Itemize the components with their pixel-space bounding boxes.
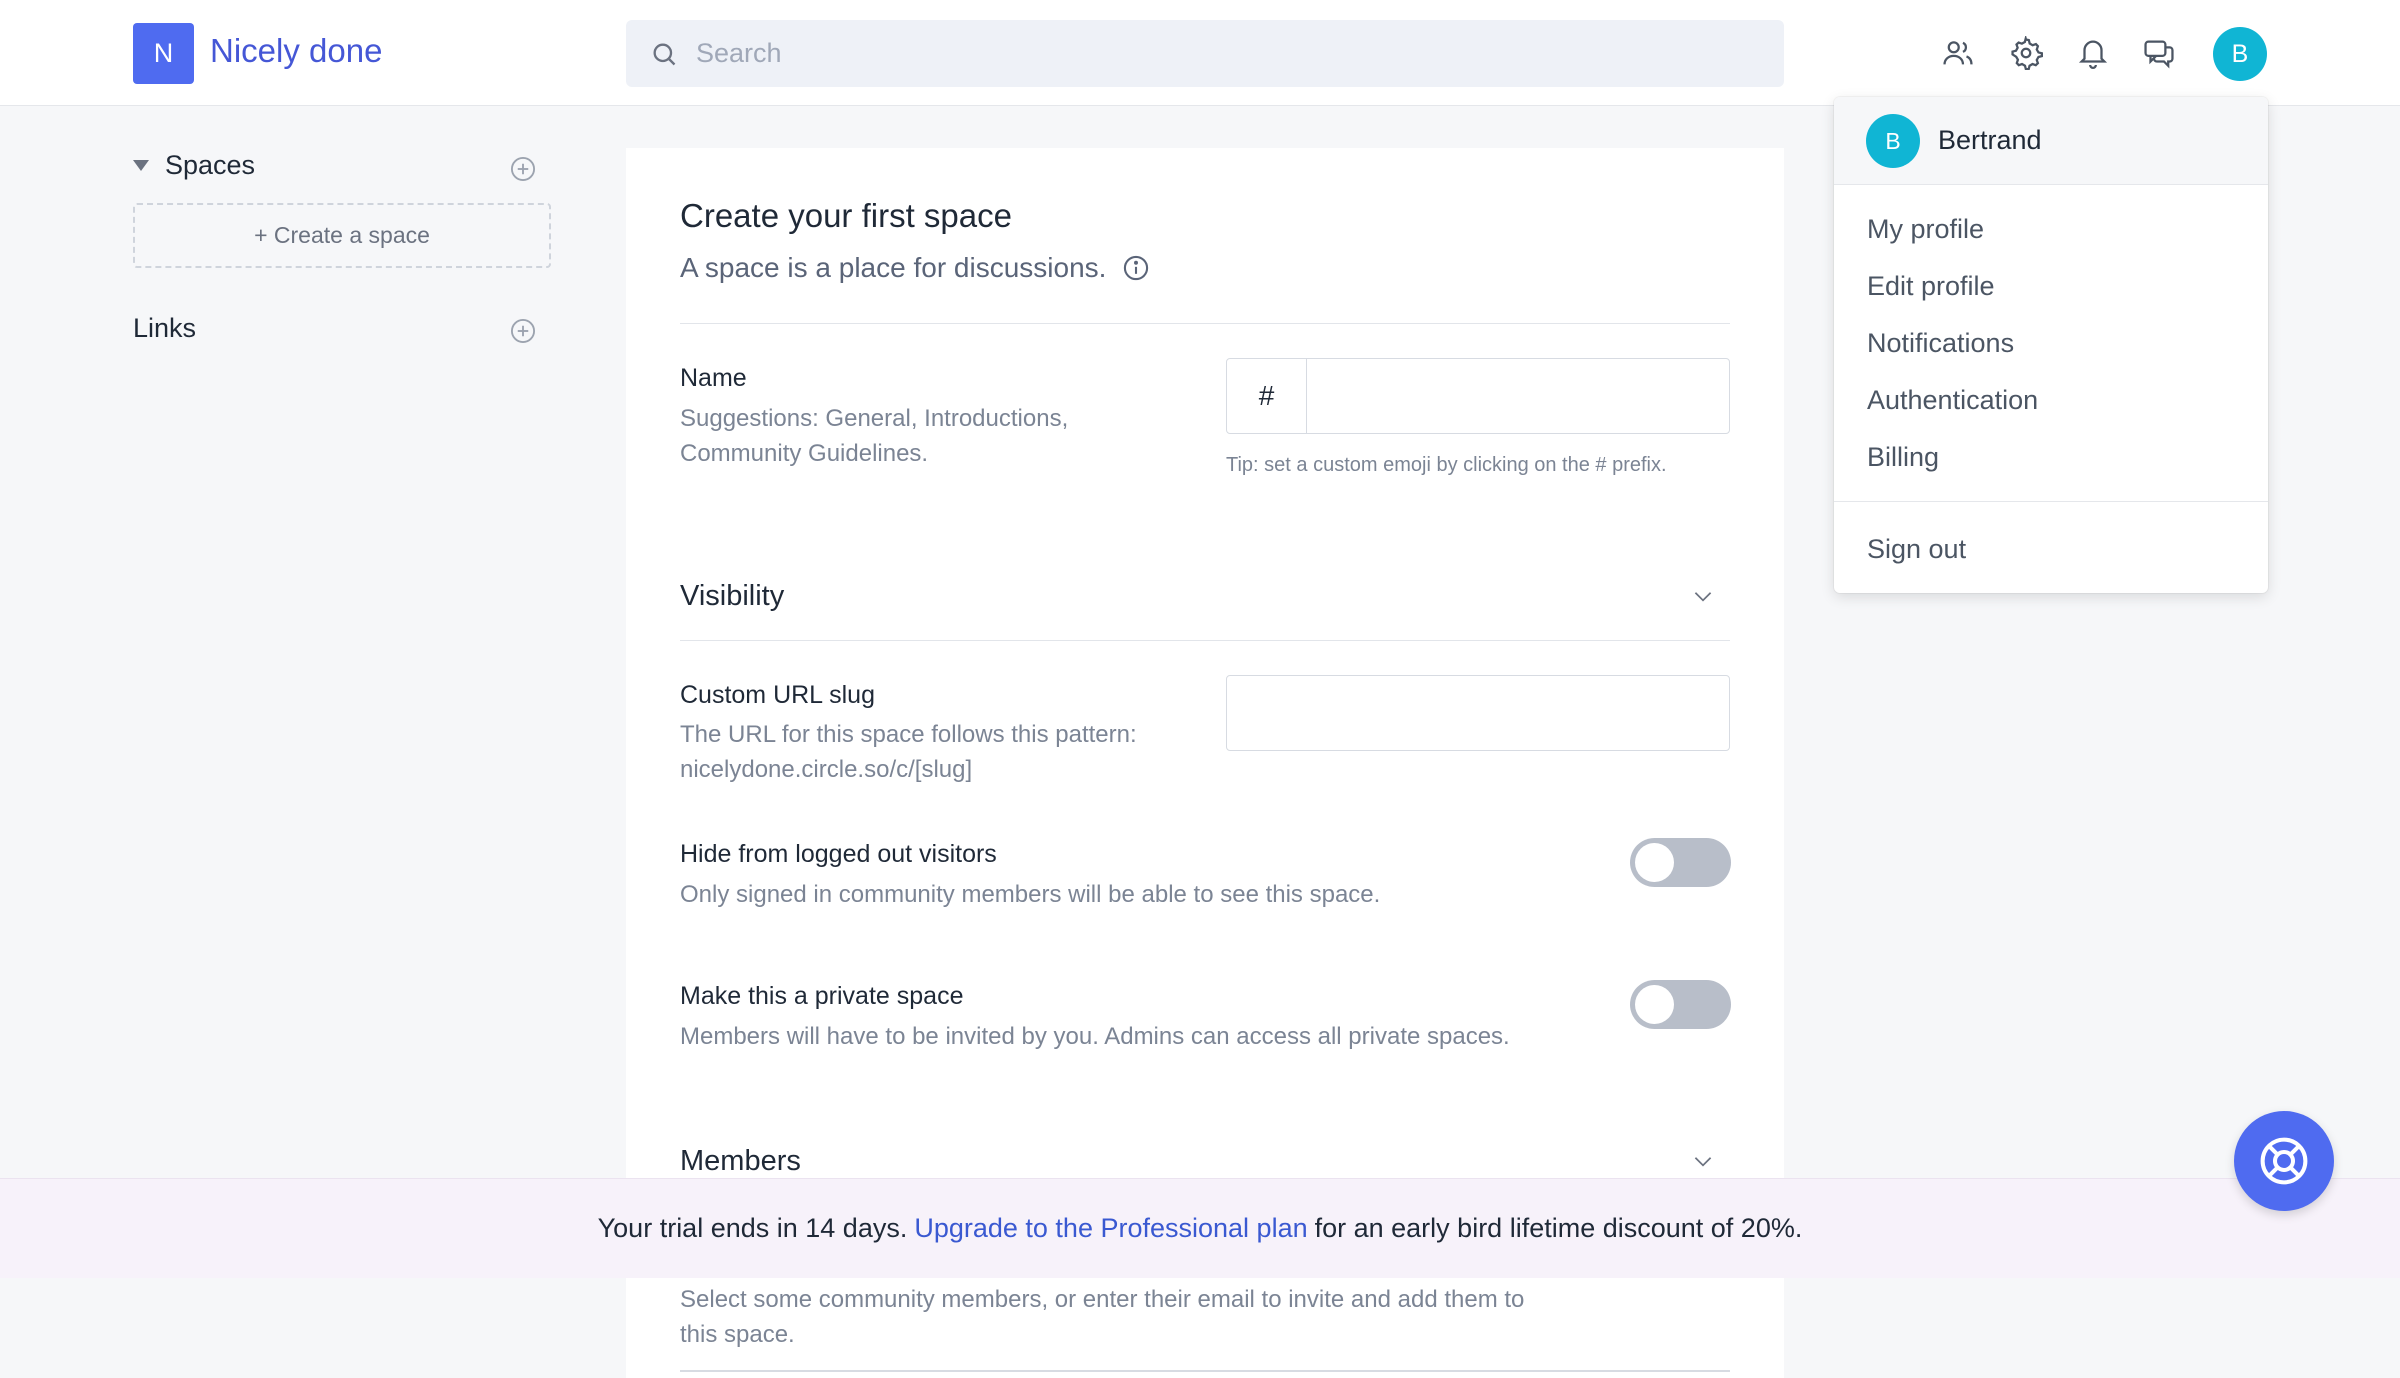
hide-visitors-label: Hide from logged out visitors xyxy=(680,840,997,868)
members-icon[interactable] xyxy=(1941,36,1975,70)
slug-help: The URL for this space follows this patt… xyxy=(680,717,1137,787)
menu-item-billing[interactable]: Billing xyxy=(1867,442,1939,473)
page-subtitle-text: A space is a place for discussions. xyxy=(680,252,1107,283)
visibility-section-title[interactable]: Visibility xyxy=(680,580,784,613)
menu-item-edit-profile[interactable]: Edit profile xyxy=(1867,271,1995,302)
menu-item-authentication[interactable]: Authentication xyxy=(1867,385,2038,416)
community-name[interactable]: Nicely done xyxy=(210,32,382,70)
menu-item-sign-out[interactable]: Sign out xyxy=(1867,534,1966,565)
dropdown-user-name: Bertrand xyxy=(1938,125,2042,155)
name-help: Suggestions: General, Introductions, Com… xyxy=(680,401,1068,471)
slug-label: Custom URL slug xyxy=(680,681,875,709)
sidebar-spaces-header[interactable]: Spaces xyxy=(133,150,255,181)
search-input[interactable] xyxy=(696,20,1756,87)
members-input-edge[interactable] xyxy=(680,1370,1730,1372)
name-input-group: # xyxy=(1226,358,1730,434)
name-help-line: Suggestions: General, Introductions, xyxy=(680,405,1069,432)
private-space-label: Make this a private space xyxy=(680,982,964,1010)
help-button[interactable] xyxy=(2234,1111,2334,1211)
spaces-label: Spaces xyxy=(165,150,256,180)
dropdown-header: B Bertrand xyxy=(1834,97,2268,185)
info-icon[interactable] xyxy=(1122,254,1150,282)
gear-icon[interactable] xyxy=(2009,36,2043,70)
members-help: Select some community members, or enter … xyxy=(680,1282,1630,1352)
name-help-line: Community Guidelines. xyxy=(680,440,929,467)
members-help-line: Select some community members, or enter … xyxy=(680,1286,1525,1313)
private-space-help: Members will have to be invited by you. … xyxy=(680,1023,1510,1050)
divider xyxy=(680,323,1730,324)
top-header: N Nicely done B xyxy=(0,0,2400,106)
community-logo[interactable]: N xyxy=(133,23,194,84)
private-space-toggle[interactable] xyxy=(1630,980,1731,1029)
page-subtitle: A space is a place for discussions. xyxy=(680,252,1150,284)
menu-item-notifications[interactable]: Notifications xyxy=(1867,328,2014,359)
upgrade-link[interactable]: Upgrade to the Professional plan xyxy=(914,1213,1307,1244)
toggle-knob xyxy=(1635,843,1674,882)
chat-icon[interactable] xyxy=(2142,36,2176,70)
sidebar-links-header: Links xyxy=(133,313,197,343)
divider xyxy=(680,640,1730,641)
members-help-line: this space. xyxy=(680,1321,795,1348)
user-avatar[interactable]: B xyxy=(2213,27,2267,81)
bell-icon[interactable] xyxy=(2076,36,2110,70)
profile-dropdown: B Bertrand My profile Edit profile Notif… xyxy=(1834,97,2268,593)
hide-visitors-toggle[interactable] xyxy=(1630,838,1731,887)
search-bar[interactable] xyxy=(626,20,1784,87)
hide-visitors-help: Only signed in community members will be… xyxy=(680,881,1381,908)
slug-input[interactable] xyxy=(1226,675,1730,751)
lifebuoy-icon xyxy=(2260,1137,2308,1185)
chevron-down-icon[interactable] xyxy=(1690,1148,1716,1174)
search-icon xyxy=(653,43,676,66)
slug-help-line: nicelydone.circle.so/c/[slug] xyxy=(680,756,973,783)
caret-down-icon[interactable] xyxy=(133,160,149,171)
trial-discount-text: for an early bird lifetime discount of 2… xyxy=(1314,1213,1803,1243)
members-section-title[interactable]: Members xyxy=(680,1145,801,1178)
emoji-prefix-button[interactable]: # xyxy=(1227,359,1307,433)
trial-text: Your trial ends in 14 days. xyxy=(597,1213,908,1243)
create-space-button[interactable]: + Create a space xyxy=(133,203,551,268)
trial-banner: Your trial ends in 14 days. Upgrade to t… xyxy=(0,1178,2400,1278)
toggle-knob xyxy=(1635,985,1674,1024)
chevron-down-icon[interactable] xyxy=(1690,583,1716,609)
dropdown-divider xyxy=(1834,501,2268,502)
space-name-input[interactable] xyxy=(1309,359,1727,433)
add-space-icon[interactable] xyxy=(509,155,537,183)
add-link-icon[interactable] xyxy=(509,317,537,345)
emoji-tip: Tip: set a custom emoji by clicking on t… xyxy=(1226,454,1667,476)
menu-item-my-profile[interactable]: My profile xyxy=(1867,214,1984,245)
name-label: Name xyxy=(680,364,747,392)
dropdown-avatar: B xyxy=(1866,114,1920,168)
page-title: Create your first space xyxy=(680,197,1012,234)
slug-help-line: The URL for this space follows this patt… xyxy=(680,721,1137,748)
